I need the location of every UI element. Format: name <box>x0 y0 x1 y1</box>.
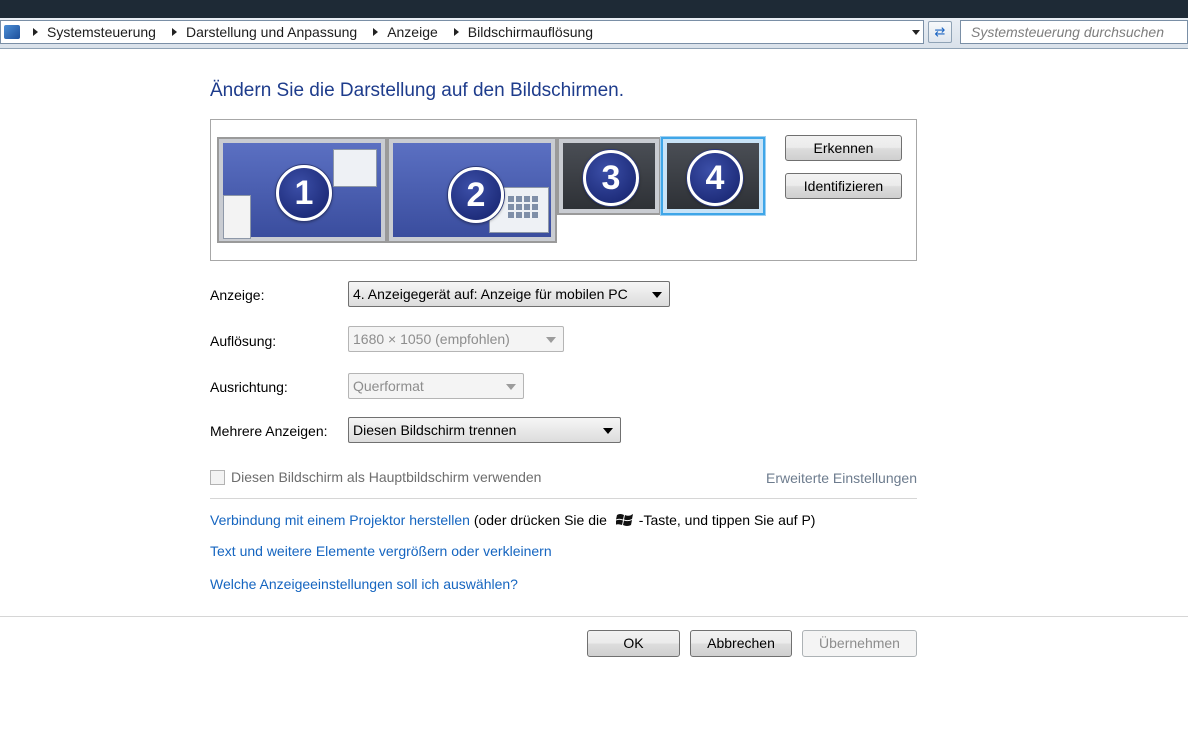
breadcrumb-items: Systemsteuerung Darstellung und Anpassun… <box>27 21 603 43</box>
chevron-right-icon[interactable] <box>33 28 38 36</box>
projector-hint-text: (oder drücken Sie die <box>473 512 607 528</box>
monitor-4[interactable]: 4 <box>661 137 765 215</box>
chevron-right-icon[interactable] <box>453 28 459 36</box>
refresh-button[interactable]: ⇄ <box>928 21 952 43</box>
chevron-down-icon <box>546 337 556 343</box>
mini-window-icon <box>223 195 251 239</box>
resolution-select[interactable]: 1680 × 1050 (empfohlen) <box>348 326 564 352</box>
monitor-3[interactable]: 3 <box>557 137 661 215</box>
display-select[interactable]: 4. Anzeigegerät auf: Anzeige für mobilen… <box>348 281 670 307</box>
projector-link[interactable]: Verbindung mit einem Projektor herstelle… <box>210 512 470 528</box>
display-select-value: 4. Anzeigegerät auf: Anzeige für mobilen… <box>353 286 628 302</box>
multiple-displays-label: Mehrere Anzeigen: <box>210 423 328 439</box>
identify-button[interactable]: Identifizieren <box>785 173 902 199</box>
which-settings-row: Welche Anzeigeeinstellungen soll ich aus… <box>210 576 518 592</box>
mini-window-icon <box>333 149 377 187</box>
main-display-checkbox[interactable] <box>210 469 225 485</box>
search-placeholder: Systemsteuerung durchsuchen <box>971 24 1164 40</box>
grid-icon <box>508 196 538 218</box>
cancel-button[interactable]: Abbrechen <box>690 630 792 657</box>
address-bar: Systemsteuerung Darstellung und Anpassun… <box>0 18 1188 49</box>
resolution-select-value: 1680 × 1050 (empfohlen) <box>353 331 510 347</box>
monitor-preview: 1 2 3 4 Erkennen Identifizieren <box>210 119 917 261</box>
projector-row: Verbindung mit einem Projektor herstelle… <box>210 512 815 528</box>
breadcrumb-bildschirmaufloesung[interactable]: Bildschirmauflösung <box>468 24 593 40</box>
main-display-checkbox-label: Diesen Bildschirm als Hauptbildschirm ve… <box>231 469 542 485</box>
resolution-label: Auflösung: <box>210 333 277 349</box>
breadcrumb[interactable]: Systemsteuerung Darstellung und Anpassun… <box>0 20 924 44</box>
breadcrumb-systemsteuerung[interactable]: Systemsteuerung <box>47 24 156 40</box>
control-panel-icon <box>4 25 20 39</box>
breadcrumb-anzeige[interactable]: Anzeige <box>387 24 438 40</box>
chevron-down-icon <box>652 292 662 298</box>
multiple-displays-select-value: Diesen Bildschirm trennen <box>353 422 517 438</box>
chevron-down-icon <box>506 384 516 390</box>
which-settings-link[interactable]: Welche Anzeigeeinstellungen soll ich aus… <box>210 576 518 592</box>
refresh-icon: ⇄ <box>934 24 946 39</box>
monitor-1[interactable]: 1 <box>217 137 387 243</box>
apply-button[interactable]: Übernehmen <box>802 630 917 657</box>
breadcrumb-darstellung[interactable]: Darstellung und Anpassung <box>186 24 357 40</box>
windows-logo-icon <box>615 514 633 526</box>
chevron-down-icon[interactable] <box>912 30 920 35</box>
detect-button[interactable]: Erkennen <box>785 135 902 161</box>
monitor-number-badge: 1 <box>276 165 332 221</box>
ok-button[interactable]: OK <box>587 630 680 657</box>
footer-divider <box>0 616 1188 617</box>
projector-hint-text-end: -Taste, und tippen Sie auf P) <box>638 512 816 528</box>
display-label: Anzeige: <box>210 287 265 303</box>
chevron-down-icon <box>603 428 613 434</box>
advanced-settings-link[interactable]: Erweiterte Einstellungen <box>766 470 917 486</box>
main-display-checkbox-row: Diesen Bildschirm als Hauptbildschirm ve… <box>210 469 541 485</box>
search-input[interactable]: Systemsteuerung durchsuchen <box>960 20 1188 44</box>
window-top-strip <box>0 0 1188 18</box>
divider <box>210 498 917 499</box>
monitor-number-badge: 3 <box>583 150 639 206</box>
orientation-select[interactable]: Querformat <box>348 373 524 399</box>
page-title: Ändern Sie die Darstellung auf den Bilds… <box>210 80 625 101</box>
orientation-select-value: Querformat <box>353 378 424 394</box>
monitor-2[interactable]: 2 <box>387 137 557 243</box>
orientation-label: Ausrichtung: <box>210 379 288 395</box>
chevron-right-icon[interactable] <box>171 28 177 36</box>
multiple-displays-select[interactable]: Diesen Bildschirm trennen <box>348 417 621 443</box>
text-size-link[interactable]: Text und weitere Elemente vergrößern ode… <box>210 543 552 559</box>
text-size-row: Text und weitere Elemente vergrößern ode… <box>210 543 552 559</box>
monitor-number-badge: 2 <box>448 167 504 223</box>
chevron-right-icon[interactable] <box>373 28 379 36</box>
monitor-number-badge: 4 <box>687 150 743 206</box>
